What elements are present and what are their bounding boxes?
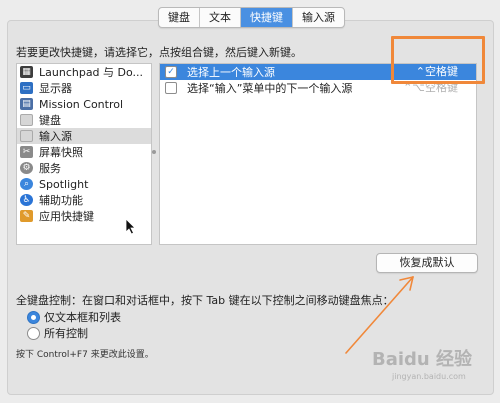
restore-defaults-button[interactable]: 恢复成默认 [376, 253, 478, 273]
category-label: 输入源 [39, 130, 72, 143]
shortcut-checkbox[interactable]: ✓ [165, 66, 177, 78]
category-label: 屏幕快照 [39, 146, 83, 159]
accessibility-icon: ♿ [20, 194, 33, 206]
tab-shortcuts[interactable]: 快捷键 [241, 8, 293, 27]
category-label: 辅助功能 [39, 194, 83, 207]
category-item-input-sources[interactable]: 输入源 [17, 128, 151, 144]
annotation-highlight-box [391, 36, 485, 84]
radio-label: 所有控制 [44, 327, 88, 340]
shortcut-list: ✓ 选择上一个输入源 ⌃空格键 选择“输入”菜单中的下一个输入源 ⌃⌥空格键 [159, 63, 477, 245]
category-label: Launchpad 与 Do... [39, 66, 144, 79]
watermark-url: jingyan.baidu.com [392, 372, 466, 381]
category-label: 键盘 [39, 114, 61, 127]
split-view-handle[interactable] [152, 150, 156, 154]
category-item-display[interactable]: ▭ 显示器 [17, 80, 151, 96]
category-list: ▦ Launchpad 与 Do... ▭ 显示器 ▤ Mission Cont… [16, 63, 152, 245]
instruction-text: 若要更改快捷键，请选择它，点按组合键，然后键入新键。 [16, 46, 302, 59]
shortcut-checkbox[interactable] [165, 82, 177, 94]
app-shortcuts-icon: ✎ [20, 210, 33, 222]
radio-button[interactable] [27, 326, 40, 340]
category-item-services[interactable]: ⚙ 服务 [17, 160, 151, 176]
category-label: 服务 [39, 162, 61, 175]
radio-label: 仅文本框和列表 [44, 311, 121, 324]
category-item-spotlight[interactable]: ⌕ Spotlight [17, 176, 151, 192]
radio-button-selected[interactable] [27, 310, 40, 324]
keyboard-control-title: 全键盘控制：在窗口和对话框中，按下 Tab 键在以下控制之间移动键盘焦点： [16, 294, 394, 307]
category-item-accessibility[interactable]: ♿ 辅助功能 [17, 192, 151, 208]
tab-input-sources[interactable]: 输入源 [293, 8, 344, 27]
tab-text[interactable]: 文本 [200, 8, 241, 27]
shortcut-label: 选择上一个输入源 [187, 66, 275, 79]
tab-bar: 键盘 文本 快捷键 输入源 [158, 7, 345, 28]
category-item-keyboard[interactable]: 键盘 [17, 112, 151, 128]
category-label: Spotlight [39, 177, 89, 191]
spotlight-icon: ⌕ [20, 178, 33, 190]
display-icon: ▭ [20, 82, 33, 94]
mission-control-icon: ▤ [20, 98, 33, 110]
keyboard-icon [20, 114, 33, 126]
services-gear-icon: ⚙ [20, 162, 33, 174]
category-label: Mission Control [39, 97, 124, 111]
radio-text-boxes-and-lists[interactable]: 仅文本框和列表 [27, 309, 121, 325]
category-item-mission-control[interactable]: ▤ Mission Control [17, 96, 151, 112]
shortcut-label: 选择“输入”菜单中的下一个输入源 [187, 82, 353, 95]
category-label: 显示器 [39, 82, 72, 95]
input-source-icon [20, 130, 33, 142]
category-item-screenshots[interactable]: ✂ 屏幕快照 [17, 144, 151, 160]
category-label: 应用快捷键 [39, 210, 94, 223]
watermark-logo: Baidu 经验 [372, 349, 473, 370]
keyboard-control-hint: 按下 Control+F7 来更改此设置。 [16, 350, 154, 360]
launchpad-icon: ▦ [20, 66, 33, 78]
tab-keyboard[interactable]: 键盘 [159, 8, 200, 27]
screenshot-icon: ✂ [20, 146, 33, 158]
category-item-app-shortcuts[interactable]: ✎ 应用快捷键 [17, 208, 151, 224]
category-item-launchpad[interactable]: ▦ Launchpad 与 Do... [17, 64, 151, 80]
radio-all-controls[interactable]: 所有控制 [27, 325, 88, 341]
